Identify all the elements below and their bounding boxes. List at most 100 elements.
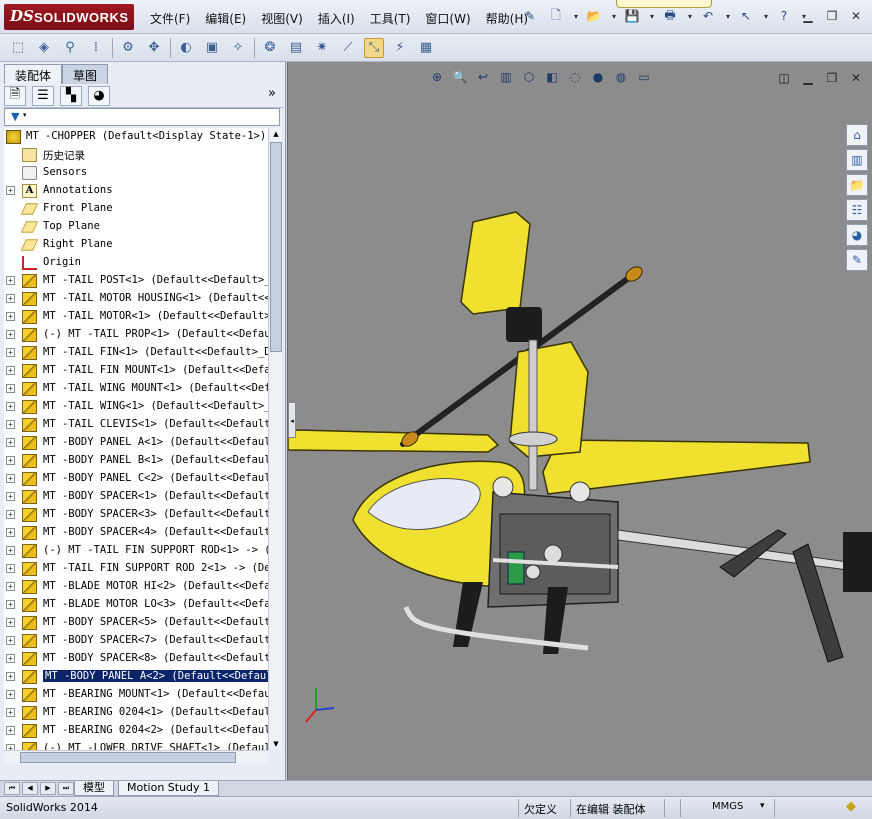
menu-tools[interactable]: 工具(T) [370,10,411,27]
expand-toggle-icon[interactable]: + [6,348,15,357]
expand-toggle-icon[interactable]: + [6,438,15,447]
new-part-icon[interactable]: ◈ [34,38,54,58]
restore-icon[interactable]: ❐ [822,8,842,24]
tree-row[interactable]: + MT -BODY PANEL C<2> (Default<<Default> [4,470,268,488]
open-dropdown-icon[interactable]: ▾ [610,6,618,26]
explode-line-icon[interactable]: ⟋ [338,38,358,58]
view-palette-icon[interactable]: ☷ [846,199,868,221]
first-tab-icon[interactable]: ⏮ [4,782,20,795]
collapse-pane-handle[interactable]: ◂ [288,402,296,438]
tab-assembly[interactable]: 装配体 [4,64,63,84]
view-orientation-icon[interactable]: ⬡ [520,68,538,86]
upper-rotor-blade[interactable] [460,211,531,315]
tree-row[interactable]: + MT -TAIL POST<1> (Default<<Default>_Di [4,272,268,290]
expand-toggle-icon[interactable]: + [6,474,15,483]
zoom-area-icon[interactable]: 🔍 [451,68,469,86]
solidworks-logo[interactable]: DS SOLIDWORKS [4,4,134,30]
expand-toggle-icon[interactable]: + [6,186,15,195]
expand-toggle-icon[interactable]: + [6,330,15,339]
tree-row[interactable]: Origin [4,254,268,272]
motor-top[interactable] [492,476,514,498]
undo-icon[interactable]: ↶ [698,6,718,26]
tree-row[interactable]: + MT -TAIL FIN<1> (Default<<Default>_Dis [4,344,268,362]
expand-toggle-icon[interactable]: + [6,294,15,303]
restore-doc-icon[interactable]: ❐ [824,70,840,86]
expand-toggle-icon[interactable]: + [6,636,15,645]
main-rotor-blade[interactable] [288,429,500,453]
new-motion-study-icon[interactable]: ❂ [260,38,280,58]
tree-row[interactable]: 历史记录 [4,146,268,164]
gear[interactable] [543,544,563,564]
tree-row[interactable]: MT -CHOPPER (Default<Display State-1>) [4,128,268,146]
gear[interactable] [525,564,541,580]
select-dropdown-icon[interactable]: ▾ [762,6,770,26]
split-view-icon[interactable]: ◫ [776,70,792,86]
expand-toggle-icon[interactable]: + [6,420,15,429]
zoom-to-fit-icon[interactable]: ⊕ [428,68,446,86]
previous-view-icon[interactable]: ↩ [474,68,492,86]
status-units[interactable]: MMGS [712,801,743,812]
tree-row[interactable]: + MT -BODY PANEL B<1> (Default<<Default> [4,452,268,470]
custom-properties-icon[interactable]: ✎ [846,249,868,271]
tail-motor[interactable] [843,532,872,592]
linear-pattern-icon[interactable]: ⁞ [86,38,106,58]
new-document-icon[interactable]: 🗋 [546,6,566,26]
last-tab-icon[interactable]: ⏭ [58,782,74,795]
filter-dropdown-icon[interactable]: ▾ [23,111,27,119]
move-component-icon[interactable]: ✥ [144,38,164,58]
next-tab-icon[interactable]: ▶ [40,782,56,795]
tree-row[interactable]: + MT -TAIL MOTOR<1> (Default<<Default>_I [4,308,268,326]
smart-fasteners-icon[interactable]: ⚙ [118,38,138,58]
pin-icon[interactable]: ✎ [520,6,540,26]
design-library-icon[interactable]: ▥ [846,149,868,171]
expand-toggle-icon[interactable]: + [6,492,15,501]
home-icon[interactable]: ⌂ [846,124,868,146]
expand-toggle-icon[interactable]: + [6,528,15,537]
expand-panel-icon[interactable]: » [268,86,276,101]
tree-row[interactable]: + MT -BLADE MOTOR HI<2> (Default<<Defaul [4,578,268,596]
section-view-icon[interactable]: ▥ [497,68,515,86]
tree-row[interactable]: + MT -TAIL WING<1> (Default<<Default>_Di [4,398,268,416]
expand-toggle-icon[interactable]: + [6,510,15,519]
scroll-thumb[interactable] [270,142,282,352]
menu-window[interactable]: 窗口(W) [425,10,470,27]
graphics-viewport[interactable]: ⊕ 🔍 ↩ ▥ ⬡ ◧ ◌ ● ◍ ▭ ◫ ▁ ❐ ✕ ⌂ ▥ 📁 ☷ ◕ ✎ … [287,62,872,780]
expand-toggle-icon[interactable]: + [6,726,15,735]
large-assembly-icon[interactable]: ⚡ [390,38,410,58]
menu-file[interactable]: 文件(F) [150,10,190,27]
tree-row[interactable]: Sensors [4,164,268,182]
tree-row[interactable]: + MT -BODY SPACER<1> (Default<<Default>_ [4,488,268,506]
minimize-icon[interactable]: ▁ [798,8,818,24]
tree-row[interactable]: + (-) MT -TAIL FIN SUPPORT ROD<1> -> (De [4,542,268,560]
expand-toggle-icon[interactable]: + [6,582,15,591]
menu-view[interactable]: 视图(V) [261,10,303,27]
tree-row[interactable]: + MT -BODY PANEL A<2> (Default<<Default> [4,668,268,686]
tree-row[interactable]: + (-) MT -LOWER DRIVE SHAFT<1> (Default< [4,740,268,750]
tab-model[interactable]: 模型 [74,781,114,796]
motor-top[interactable] [569,481,591,503]
configuration-manager-icon[interactable]: ▚ [60,85,82,106]
tree-row[interactable]: + MT -BEARING 0204<2> (Default<<Default> [4,722,268,740]
tree-row[interactable]: Front Plane [4,200,268,218]
tree-row[interactable]: + MT -TAIL WING MOUNT<1> (Default<<Defau [4,380,268,398]
tree-row[interactable]: + MT -TAIL FIN SUPPORT ROD 2<1> -> (Def [4,560,268,578]
tree-row[interactable]: + MT -BODY SPACER<7> (Default<<Default>_ [4,632,268,650]
expand-toggle-icon[interactable]: + [6,276,15,285]
appearances-icon[interactable]: ◕ [846,224,868,246]
close-icon[interactable]: ✕ [846,8,866,24]
print-dropdown-icon[interactable]: ▾ [686,6,694,26]
edit-appearance-icon[interactable]: ● [589,68,607,86]
pcb-board[interactable] [507,551,525,585]
new-dropdown-icon[interactable]: ▾ [572,6,580,26]
mate-icon[interactable]: ⚲ [60,38,80,58]
open-folder-icon[interactable]: 📂 [584,6,604,26]
main-shaft[interactable] [528,339,538,491]
expand-toggle-icon[interactable]: + [6,618,15,627]
tree-row[interactable]: + MT -TAIL MOTOR HOUSING<1> (Default<<De [4,290,268,308]
instant3d-icon[interactable]: ⤡ [364,37,384,58]
select-cursor-icon[interactable]: ↖ [736,6,756,26]
snapshot-icon[interactable]: ▦ [416,38,436,58]
tree-row[interactable]: + MT -TAIL CLEVIS<1> (Default<<Default>_ [4,416,268,434]
tree-horizontal-scrollbar[interactable] [4,750,268,764]
expand-toggle-icon[interactable]: + [6,456,15,465]
